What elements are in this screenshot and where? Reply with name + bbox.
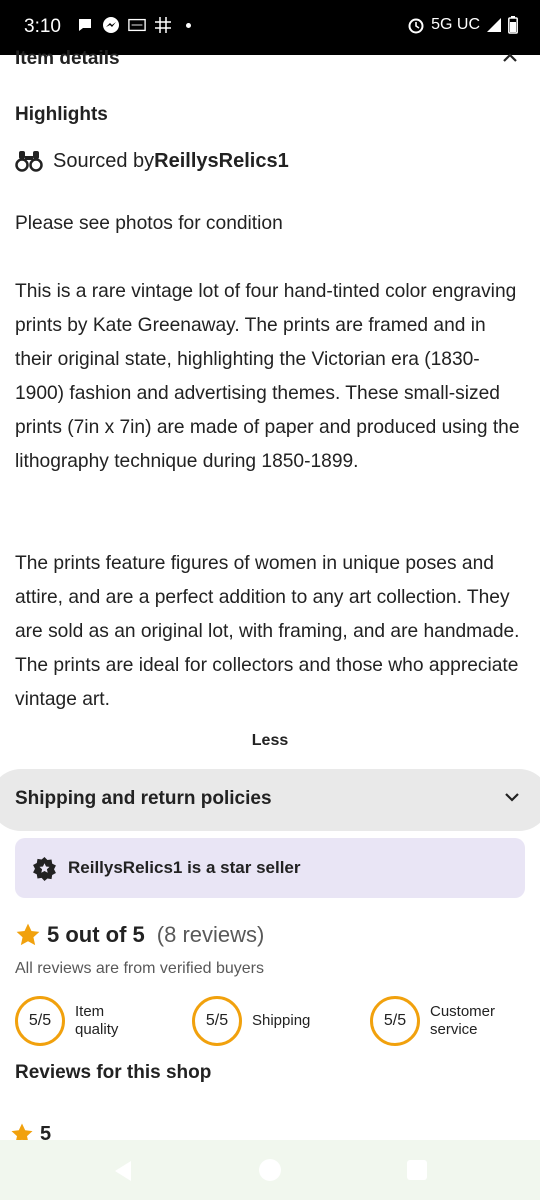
description-paragraph-2: The prints feature figures of women in u… bbox=[15, 553, 520, 710]
shipping-policies-label: Shipping and return policies bbox=[15, 788, 272, 809]
score-label-line1: Customer bbox=[430, 1003, 496, 1020]
score-label-line1: Item bbox=[75, 1003, 105, 1020]
score-item-quality: 5/5 Item quality bbox=[15, 996, 118, 1046]
sourced-by-row: Sourced by ReillysRelics1 bbox=[15, 147, 289, 175]
star-seller-text: ReillysRelics1 is a star seller bbox=[68, 858, 301, 877]
signal-icon bbox=[487, 18, 501, 32]
messenger-icon bbox=[103, 17, 119, 33]
shop-name-link[interactable]: ReillysRelics1 bbox=[154, 150, 289, 173]
score-label-line1: Shipping bbox=[252, 1012, 311, 1029]
temu-icon bbox=[128, 18, 146, 32]
highlights-heading: Highlights bbox=[15, 104, 108, 125]
more-notifications-dot bbox=[186, 22, 191, 28]
score-circle: 5/5 bbox=[370, 996, 420, 1046]
back-icon[interactable] bbox=[113, 1160, 133, 1182]
grid-app-icon bbox=[155, 17, 171, 33]
status-time: 3:10 bbox=[24, 16, 61, 37]
score-label-line2: service bbox=[430, 1021, 478, 1038]
score-label: Shipping bbox=[252, 1012, 310, 1030]
status-right: 5G UC bbox=[407, 16, 518, 34]
rating-summary: 5 out of 5 (8 reviews) bbox=[15, 922, 264, 948]
home-icon[interactable] bbox=[259, 1159, 281, 1181]
network-type: 5G UC bbox=[431, 16, 480, 33]
less-button[interactable]: Less bbox=[0, 732, 540, 750]
star-seller-banner: ReillysRelics1 is a star seller bbox=[15, 838, 525, 898]
review-count[interactable]: (8 reviews) bbox=[157, 922, 265, 948]
score-circle: 5/5 bbox=[192, 996, 242, 1046]
chevron-up-icon[interactable] bbox=[502, 51, 518, 63]
item-details-title: Item details bbox=[15, 48, 120, 69]
chat-bubble-icon bbox=[79, 19, 91, 31]
score-label-line2: quality bbox=[75, 1021, 119, 1038]
score-circle: 5/5 bbox=[15, 996, 65, 1046]
sourced-by-label: Sourced by bbox=[53, 149, 155, 172]
rating-value: 5 out of 5 bbox=[47, 922, 145, 947]
star-seller-badge-icon bbox=[33, 856, 56, 881]
score-label: Customer service bbox=[430, 1003, 495, 1039]
score-label: Item quality bbox=[75, 1003, 118, 1039]
shipping-policies-toggle[interactable]: Shipping and return policies bbox=[0, 769, 540, 831]
recent-apps-icon[interactable] bbox=[407, 1160, 427, 1180]
score-shipping: 5/5 Shipping bbox=[192, 996, 310, 1046]
reviews-for-shop-heading: Reviews for this shop bbox=[15, 1062, 212, 1083]
verified-note: All reviews are from verified buyers bbox=[15, 960, 264, 977]
binoculars-icon bbox=[15, 151, 43, 172]
notification-icons bbox=[76, 16, 191, 34]
alarm-icon bbox=[408, 18, 424, 34]
description-paragraph-1: This is a rare vintage lot of four hand-… bbox=[15, 281, 520, 472]
description-condition: Please see photos for condition bbox=[15, 213, 283, 234]
star-icon bbox=[16, 923, 40, 946]
battery-icon bbox=[508, 16, 518, 34]
chevron-down-icon bbox=[505, 793, 519, 802]
score-customer-service: 5/5 Customer service bbox=[370, 996, 495, 1046]
system-nav-bar bbox=[0, 1140, 540, 1200]
item-details-header[interactable]: Item details bbox=[0, 45, 540, 75]
